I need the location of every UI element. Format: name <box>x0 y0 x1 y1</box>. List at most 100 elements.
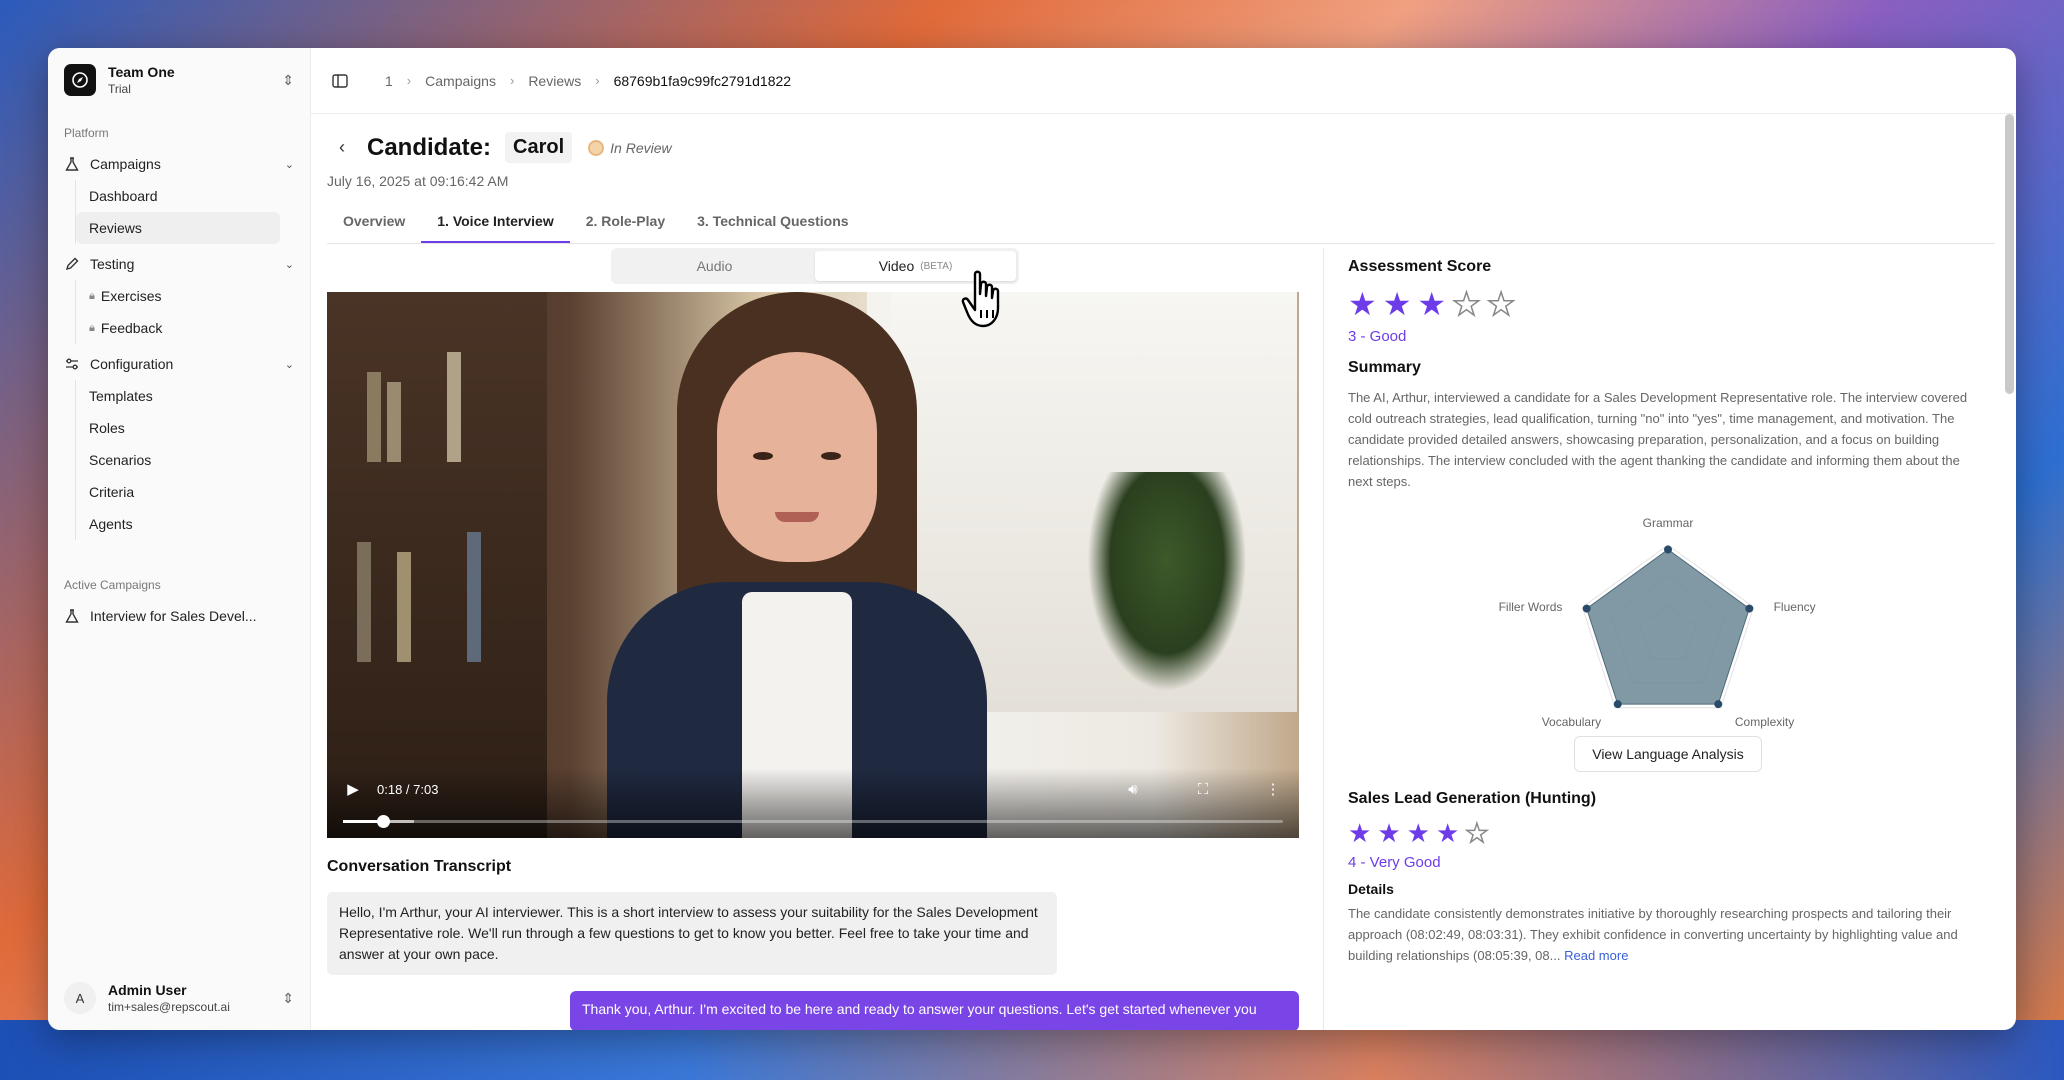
nav-item-feedback[interactable]: 🔒︎ Feedback <box>76 312 280 344</box>
star-filled-icon: ★ <box>1417 286 1447 322</box>
breadcrumb-item[interactable]: 1 <box>385 73 393 89</box>
nav-item-templates[interactable]: Templates <box>76 380 280 412</box>
radar-point <box>1664 545 1672 554</box>
transcript-user-message: Thank you, Arthur. I'm excited to be her… <box>570 991 1299 1030</box>
nav-group-campaigns[interactable]: Campaigns ⌄ <box>48 148 310 180</box>
nav-item-exercises[interactable]: 🔒︎ Exercises <box>76 280 280 312</box>
tab-overview[interactable]: Overview <box>327 203 421 243</box>
platform-label: Platform <box>64 126 109 140</box>
video-frame-plant <box>1087 472 1247 692</box>
radar-axis-label: Complexity <box>1735 715 1794 729</box>
audio-label: Audio <box>696 258 733 274</box>
nav-item-criteria[interactable]: Criteria <box>76 476 280 508</box>
radar-point <box>1582 604 1591 613</box>
summary-text: The AI, Arthur, interviewed a candidate … <box>1348 390 1968 489</box>
team-switcher[interactable]: Team One Trial ⇕ <box>48 48 310 110</box>
assessment-score-title: Assessment Score <box>1348 258 1492 275</box>
tab-role-play[interactable]: 2. Role-Play <box>570 203 681 243</box>
interview-date: July 16, 2025 at 09:16:42 AM <box>327 173 509 189</box>
summary-title: Summary <box>1348 359 1421 376</box>
star-filled-icon: ★ <box>1382 286 1412 322</box>
team-plan: Trial <box>108 82 131 96</box>
audio-toggle-button[interactable]: Audio <box>614 251 815 281</box>
nav-item-label: Agents <box>89 516 133 532</box>
video-progress-bar[interactable] <box>343 815 1283 828</box>
volume-icon[interactable]: 🔊︎ <box>1123 781 1143 798</box>
user-menu[interactable]: A Admin User tim+sales@repscout.ai ⇕ <box>48 968 310 1030</box>
user-email: tim+sales@repscout.ai <box>108 1000 230 1014</box>
breadcrumb-current: 68769b1fa9c99fc2791d1822 <box>613 72 792 89</box>
chevrons-up-down-icon: ⇕ <box>282 71 294 88</box>
radar-axis-label: Vocabulary <box>1542 715 1601 729</box>
chevron-down-icon: ⌄ <box>284 358 294 371</box>
nav-item-label: Exercises <box>100 288 162 304</box>
radar-axis-label: Fluency <box>1774 600 1816 614</box>
tab-technical-questions[interactable]: 3. Technical Questions <box>681 203 864 243</box>
transcript-title: Conversation Transcript <box>327 858 512 875</box>
tab-voice-interview[interactable]: 1. Voice Interview <box>421 203 570 243</box>
scrollbar[interactable] <box>2005 114 2014 394</box>
column-divider <box>1323 248 1324 1030</box>
video-time: 0:18 / 7:03 <box>377 781 439 797</box>
app-window: Team One Trial ⇕ Platform Campaigns ⌄ Da… <box>48 48 2016 1030</box>
nav-item-label: Reviews <box>89 220 142 236</box>
radar-axis-label: Filler Words <box>1499 600 1563 614</box>
play-icon[interactable]: ▶ <box>343 780 363 798</box>
video-controls: ▶ 0:18 / 7:03 🔊︎ ⛶ ⋮ <box>327 768 1299 838</box>
radar-area <box>1586 548 1750 705</box>
breadcrumb: 1 › Campaigns › Reviews › 68769b1fa9c99f… <box>311 48 2016 114</box>
active-campaign-item[interactable]: Interview for Sales Devel... <box>48 600 310 632</box>
radar-point <box>1745 604 1754 613</box>
details-body: The candidate consistently demonstrates … <box>1348 906 1958 963</box>
fullscreen-icon[interactable]: ⛶ <box>1193 781 1213 798</box>
star-filled-icon: ★ <box>1435 818 1460 848</box>
nav-group-label: Testing <box>90 256 135 272</box>
flask-icon <box>65 157 79 171</box>
main-content: 1 › Campaigns › Reviews › 68769b1fa9c99f… <box>311 48 2016 1030</box>
back-button[interactable]: ‹ <box>327 133 357 163</box>
nav-item-label: Templates <box>89 388 153 404</box>
team-logo-icon <box>64 64 96 96</box>
nav-group-testing[interactable]: Testing ⌄ <box>48 248 310 280</box>
star-filled-icon: ★ <box>1377 818 1401 848</box>
chevron-right-icon: › <box>595 73 600 88</box>
nav-group-label: Configuration <box>90 356 174 372</box>
nav-item-label: Scenarios <box>89 452 152 468</box>
status-badge: In Review <box>588 139 672 156</box>
nav-item-scenarios[interactable]: Scenarios <box>76 444 280 476</box>
video-player[interactable]: ▶ 0:18 / 7:03 🔊︎ ⛶ ⋮ <box>327 292 1299 838</box>
status-label: In Review <box>610 139 672 156</box>
sidebar-toggle-icon[interactable] <box>331 72 349 90</box>
candidate-name: Carol <box>505 132 573 163</box>
details-label: Details <box>1348 881 1394 897</box>
chevron-down-icon: ⌄ <box>284 158 294 171</box>
tab-bar: Overview 1. Voice Interview 2. Role-Play… <box>327 203 1995 244</box>
active-campaign-label: Interview for Sales Devel... <box>90 608 257 624</box>
avatar: A <box>64 982 96 1014</box>
assessment-stars: ★ ★ ★ ★ ★ <box>1348 286 1988 322</box>
read-more-link[interactable]: Read more <box>1564 948 1628 963</box>
radar-point <box>1714 700 1723 709</box>
language-radar-chart: Grammar Fluency Complexity Vocabulary Filler… <box>1348 510 1988 730</box>
nav-item-roles[interactable]: Roles <box>76 412 280 444</box>
breadcrumb-item[interactable]: Campaigns <box>425 73 496 89</box>
view-language-analysis-button[interactable]: View Language Analysis <box>1574 736 1762 772</box>
nav-group-configuration[interactable]: Configuration ⌄ <box>48 348 310 380</box>
more-options-icon[interactable]: ⋮ <box>1263 780 1283 798</box>
nav-item-dashboard[interactable]: Dashboard <box>76 180 280 212</box>
chevron-right-icon: › <box>406 73 412 88</box>
sales-lead-score-label: 4 - Very Good <box>1348 854 1441 871</box>
nav-item-reviews[interactable]: Reviews <box>76 212 280 244</box>
lock-icon: 🔒︎ <box>89 289 95 302</box>
star-filled-icon: ★ <box>1348 818 1372 848</box>
chevrons-up-down-icon: ⇕ <box>282 989 294 1006</box>
star-filled-icon: ★ <box>1348 286 1377 322</box>
transcript-ai-message: Hello, I'm Arthur, your AI interviewer. … <box>327 892 1057 975</box>
progress-handle[interactable] <box>376 815 390 828</box>
breadcrumb-item[interactable]: Reviews <box>528 73 581 89</box>
nav-item-agents[interactable]: Agents <box>76 508 280 540</box>
details-text: The candidate consistently demonstrates … <box>1348 903 1968 966</box>
nav-item-label: Roles <box>89 420 125 436</box>
chevron-left-icon: ‹ <box>339 137 345 157</box>
status-dot-icon <box>588 139 605 156</box>
